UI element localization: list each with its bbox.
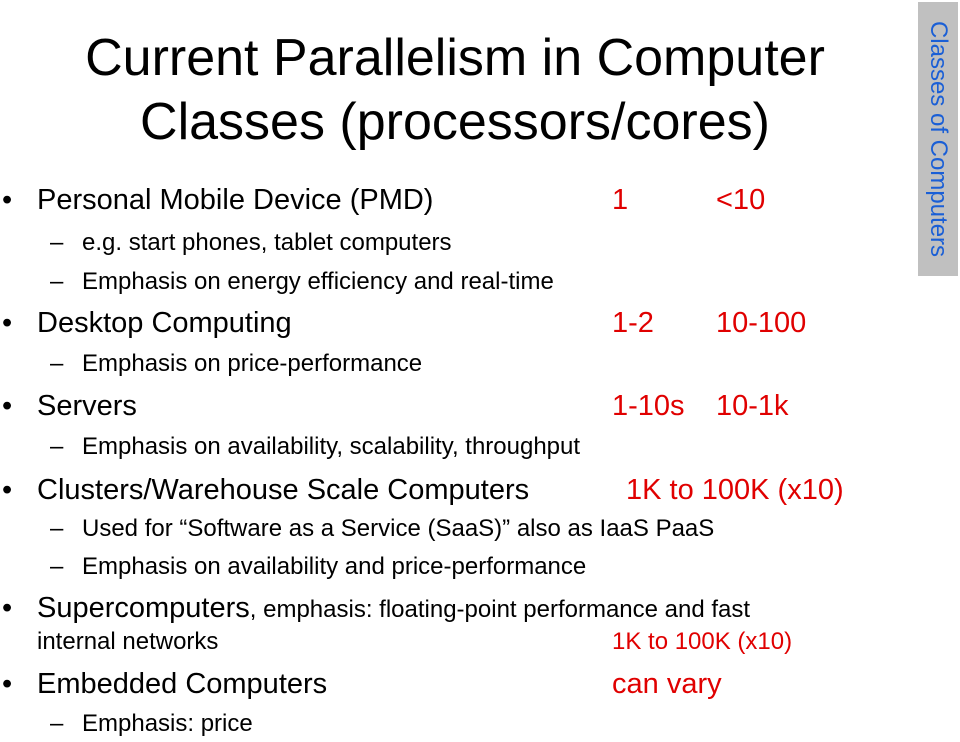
item-clusters: Clusters/Warehouse Scale Computers <box>37 474 530 506</box>
desktop-cores: 10-100 <box>716 307 807 339</box>
dash-icon: – <box>50 229 64 256</box>
dash-icon: – <box>50 515 64 542</box>
item-pmd: Personal Mobile Device (PMD) <box>37 184 434 216</box>
servers-cores: 10-1k <box>716 390 789 422</box>
subitem: Emphasis: price <box>82 710 253 737</box>
pmd-cores: <10 <box>716 184 766 216</box>
dash-icon: – <box>50 268 64 295</box>
pmd-processors: 1 <box>612 184 629 216</box>
item-servers: Servers <box>37 390 137 422</box>
clusters-range: 1K to 100K (x10) <box>626 474 844 506</box>
dash-icon: – <box>50 553 64 580</box>
desktop-processors: 1-2 <box>612 307 654 339</box>
dash-icon: – <box>50 710 64 737</box>
bullet-icon: • <box>2 307 13 339</box>
servers-processors: 1-10s <box>612 390 685 422</box>
supercomputers-label: Supercomputers <box>37 592 250 624</box>
dash-icon: – <box>50 350 64 377</box>
embedded-range: can vary <box>612 668 722 700</box>
side-tab-label: Classes of Computers <box>925 20 952 258</box>
item-embedded: Embedded Computers <box>37 668 328 700</box>
subitem: Emphasis on availability, scalability, t… <box>82 433 581 460</box>
title-line-2: Classes (processors/cores) <box>140 93 770 151</box>
dash-icon: – <box>50 433 64 460</box>
item-desktop: Desktop Computing <box>37 307 292 339</box>
item-supercomputers: Supercomputers, emphasis: floating-point… <box>37 592 750 625</box>
bullet-icon: • <box>2 592 13 624</box>
supercomputers-range: 1K to 100K (x10) <box>612 628 793 655</box>
bullet-icon: • <box>2 668 13 700</box>
subitem: Used for “Software as a Service (SaaS)” … <box>82 515 715 542</box>
subitem: e.g. start phones, tablet computers <box>82 229 452 256</box>
subitem: Emphasis on energy efficiency and real-t… <box>82 268 554 295</box>
supercomputers-continuation: internal networks <box>37 628 219 655</box>
side-tab: Classes of Computers <box>918 2 958 276</box>
subitem: Emphasis on availability and price-perfo… <box>82 553 587 580</box>
subitem: Emphasis on price-performance <box>82 350 423 377</box>
bullet-icon: • <box>2 474 13 506</box>
title-line-1: Current Parallelism in Computer <box>85 29 825 87</box>
slide-title: Current Parallelism in Computer Classes … <box>0 26 910 154</box>
supercomputers-emphasis: , emphasis: floating-point performance a… <box>249 596 751 623</box>
bullet-icon: • <box>2 390 13 422</box>
bullet-icon: • <box>2 184 13 216</box>
